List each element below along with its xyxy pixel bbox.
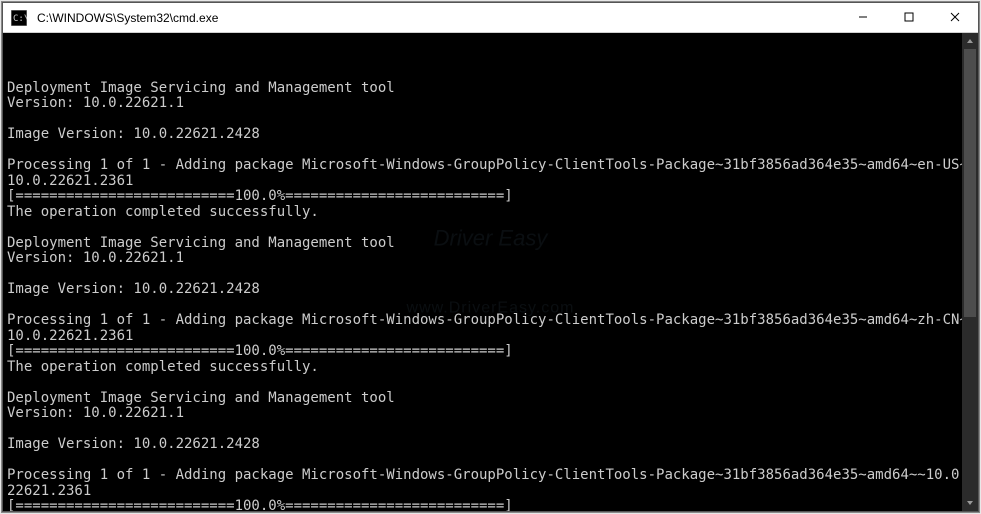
terminal-line: Processing 1 of 1 - Adding package Micro… (7, 468, 974, 499)
maximize-button[interactable] (886, 3, 932, 32)
terminal-line: Version: 10.0.22621.1 (7, 406, 974, 422)
window-controls (840, 3, 978, 32)
terminal-line: Processing 1 of 1 - Adding package Micro… (7, 158, 974, 189)
terminal-line: Processing 1 of 1 - Adding package Micro… (7, 313, 974, 344)
terminal-line: Image Version: 10.0.22621.2428 (7, 127, 974, 143)
terminal-line: [==========================100.0%=======… (7, 499, 974, 511)
maximize-icon (904, 9, 914, 27)
cmd-window: C:\ C:\WINDOWS\System32\cmd.exe (2, 2, 979, 512)
terminal-line: Deployment Image Servicing and Managemen… (7, 236, 974, 252)
minimize-icon (858, 9, 868, 27)
terminal-line (7, 422, 974, 438)
terminal-line: Version: 10.0.22621.1 (7, 251, 974, 267)
window-title: C:\WINDOWS\System32\cmd.exe (35, 11, 840, 25)
terminal-line (7, 267, 974, 283)
terminal-line: [==========================100.0%=======… (7, 344, 974, 360)
close-icon (950, 9, 960, 27)
terminal-line: The operation completed successfully. (7, 205, 974, 221)
close-button[interactable] (932, 3, 978, 32)
vertical-scrollbar[interactable] (962, 33, 978, 511)
scroll-up-button[interactable] (962, 33, 978, 49)
terminal-line (7, 220, 974, 236)
terminal-line (7, 143, 974, 159)
minimize-button[interactable] (840, 3, 886, 32)
titlebar[interactable]: C:\ C:\WINDOWS\System32\cmd.exe (3, 3, 978, 33)
terminal-line (7, 375, 974, 391)
terminal-line: Version: 10.0.22621.1 (7, 96, 974, 112)
terminal-line: Image Version: 10.0.22621.2428 (7, 437, 974, 453)
chevron-down-icon (966, 499, 974, 507)
terminal-line (7, 112, 974, 128)
terminal-line: Image Version: 10.0.22621.2428 (7, 282, 974, 298)
terminal-line (7, 298, 974, 314)
terminal-line (7, 453, 974, 469)
terminal-line: Deployment Image Servicing and Managemen… (7, 391, 974, 407)
chevron-up-icon (966, 37, 974, 45)
cmd-icon: C:\ (3, 10, 35, 26)
terminal-line: The operation completed successfully. (7, 360, 974, 376)
terminal-output[interactable]: Driver Easy www.DriverEasy.com Deploymen… (3, 33, 978, 511)
scroll-track[interactable] (962, 49, 978, 495)
scroll-down-button[interactable] (962, 495, 978, 511)
scroll-thumb[interactable] (964, 49, 976, 317)
svg-text:C:\: C:\ (13, 14, 27, 24)
terminal-line: [==========================100.0%=======… (7, 189, 974, 205)
terminal-line: Deployment Image Servicing and Managemen… (7, 81, 974, 97)
